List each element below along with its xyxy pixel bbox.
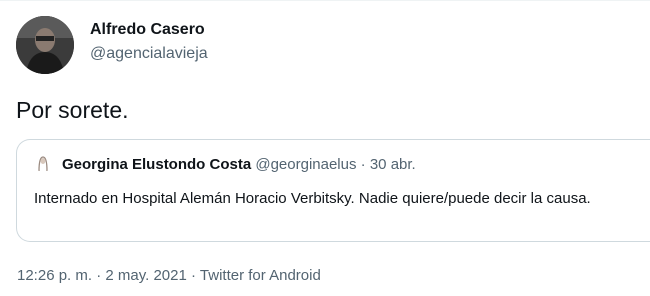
quote-author-avatar	[34, 154, 52, 172]
quote-date: 30 abr.	[369, 156, 416, 173]
avatar-photo-small-icon	[34, 154, 52, 172]
quote-header: Georgina Elustondo Costa @georginaelus ·…	[62, 156, 416, 173]
tweet-source[interactable]: Twitter for Android	[200, 267, 321, 284]
tweet-text: Por sorete.	[16, 97, 129, 123]
quote-author-handle: @georginaelus	[255, 156, 357, 173]
author-avatar[interactable]	[16, 16, 74, 74]
top-divider	[0, 0, 650, 5]
tweet-footer: 12:26 p. m. · 2 may. 2021 · Twitter for …	[17, 267, 321, 284]
tweet: Alfredo Casero @agencialavieja Por soret…	[0, 0, 650, 296]
footer-separator: ·	[191, 267, 197, 284]
author-handle[interactable]: @agencialavieja	[90, 45, 208, 63]
quote-author-name: Georgina Elustondo Costa	[62, 156, 252, 173]
quoted-tweet-card[interactable]: Georgina Elustondo Costa @georginaelus ·…	[16, 139, 650, 242]
tweet-time[interactable]: 12:26 p. m.	[17, 267, 92, 284]
quote-separator: ·	[360, 156, 366, 173]
tweet-date[interactable]: 2 may. 2021	[105, 267, 186, 284]
quote-text: Internado en Hospital Alemán Horacio Ver…	[34, 190, 591, 207]
footer-separator: ·	[96, 267, 102, 284]
author-name[interactable]: Alfredo Casero	[90, 21, 205, 39]
avatar-photo-icon	[16, 16, 74, 74]
